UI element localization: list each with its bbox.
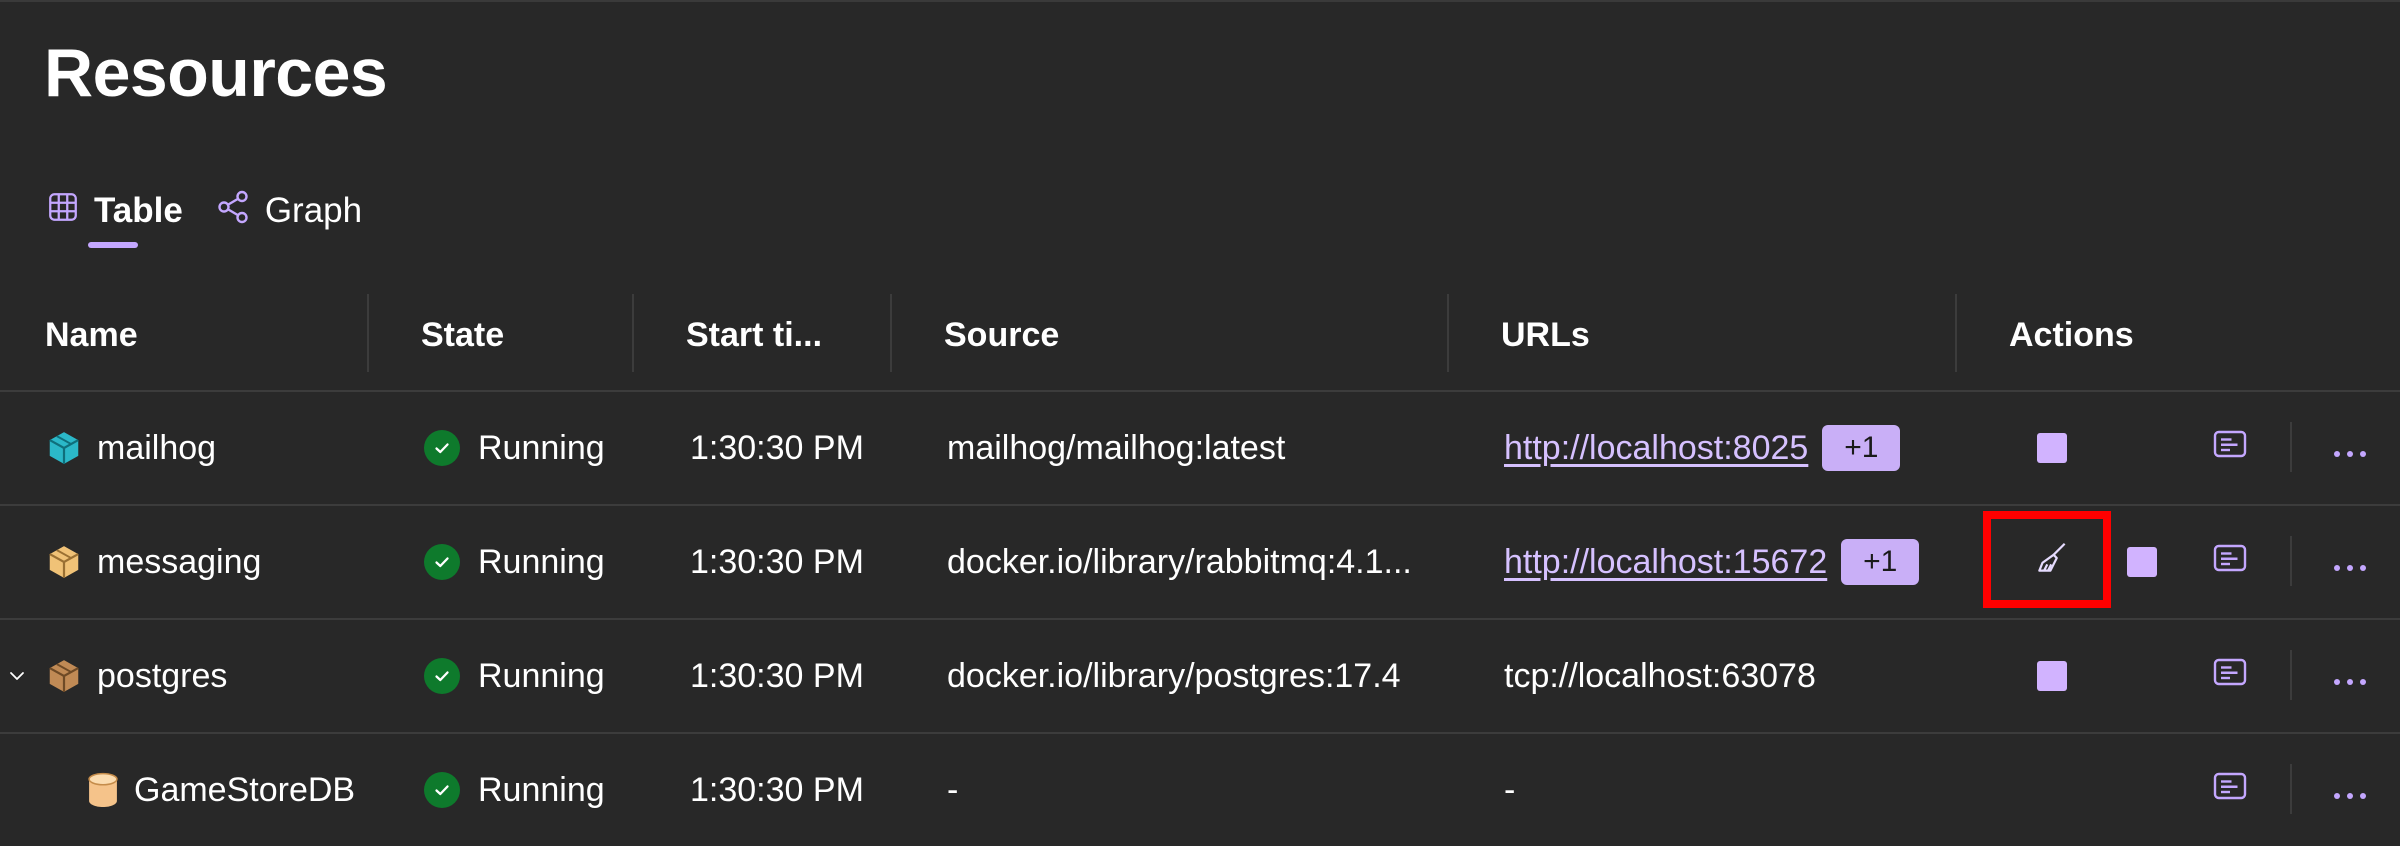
- table-header: Name State Start ti... Source URLs Actio…: [0, 288, 2400, 392]
- actions-divider: [2290, 536, 2292, 586]
- urls-cell: -: [1504, 770, 1516, 809]
- logs-icon: [2212, 657, 2248, 696]
- start-time-cell: 1:30:30 PM: [690, 428, 864, 467]
- expand-chevron-icon[interactable]: [6, 620, 28, 732]
- column-header-actions: Actions: [2009, 316, 2134, 354]
- resource-name: GameStoreDB: [134, 770, 356, 809]
- column-header-urls[interactable]: URLs: [1501, 288, 1590, 390]
- container-icon: [45, 429, 83, 467]
- logs-icon: [2212, 429, 2248, 468]
- tab-table[interactable]: Table: [46, 180, 215, 248]
- state-cell: Running: [424, 620, 605, 732]
- urls-cell: http://localhost:8025 +1: [1504, 392, 1901, 504]
- check-circle-icon: [424, 658, 460, 694]
- source-cell: docker.io/library/postgres:17.4: [947, 656, 1401, 695]
- stop-icon: [2037, 433, 2067, 463]
- url-link[interactable]: http://localhost:8025: [1504, 429, 1808, 468]
- database-icon: [86, 771, 120, 809]
- logs-icon: [2212, 543, 2248, 582]
- check-circle-icon: [424, 430, 460, 466]
- url-link[interactable]: http://localhost:15672: [1504, 543, 1827, 582]
- column-resize-handle[interactable]: [367, 294, 369, 372]
- stop-button[interactable]: [2108, 506, 2176, 618]
- column-header-name[interactable]: Name: [45, 288, 138, 390]
- more-urls-badge[interactable]: +1: [1841, 539, 1920, 585]
- column-resize-handle[interactable]: [1447, 294, 1449, 372]
- more-icon: [2332, 771, 2368, 810]
- column-header-state[interactable]: State: [421, 288, 504, 390]
- page-title: Resources: [44, 35, 388, 111]
- state-cell: Running: [424, 392, 605, 504]
- source-cell: mailhog/mailhog:latest: [947, 428, 1286, 467]
- table-row[interactable]: GameStoreDB Running 1:30:30 PM - -: [0, 734, 2400, 846]
- tab-graph[interactable]: Graph: [215, 180, 394, 242]
- tab-graph-label: Graph: [264, 191, 363, 230]
- top-border: [0, 0, 2400, 2]
- source-cell: docker.io/library/rabbitmq:4.1...: [947, 542, 1412, 581]
- container-icon: [45, 543, 83, 581]
- urls-cell: http://localhost:15672 +1: [1504, 506, 1920, 618]
- stop-button[interactable]: [2018, 620, 2086, 732]
- logs-icon: [2212, 771, 2248, 810]
- name-cell: messaging: [45, 506, 261, 618]
- state-cell: Running: [424, 506, 605, 618]
- column-header-source[interactable]: Source: [944, 288, 1059, 390]
- table-icon: [46, 190, 94, 233]
- stop-button[interactable]: [2018, 392, 2086, 504]
- table-row[interactable]: mailhog Running 1:30:30 PM mailhog/mailh…: [0, 392, 2400, 506]
- actions-divider: [2290, 650, 2292, 700]
- column-resize-handle[interactable]: [632, 294, 634, 372]
- active-tab-indicator: [88, 242, 138, 248]
- resource-name: postgres: [97, 656, 228, 695]
- name-cell: mailhog: [45, 392, 216, 504]
- more-icon: [2332, 657, 2368, 696]
- resource-name: messaging: [97, 542, 262, 581]
- state-text: Running: [478, 770, 605, 809]
- start-time-cell: 1:30:30 PM: [690, 542, 864, 581]
- state-cell: Running: [424, 734, 605, 846]
- start-time-cell: 1:30:30 PM: [690, 656, 864, 695]
- console-logs-button[interactable]: [2196, 506, 2264, 618]
- urls-cell: tcp://localhost:63078: [1504, 656, 1816, 695]
- more-actions-button[interactable]: [2318, 506, 2382, 618]
- view-tabs: Table Graph: [46, 180, 394, 260]
- column-resize-handle[interactable]: [1955, 294, 1957, 372]
- state-text: Running: [478, 428, 605, 467]
- stop-icon: [2127, 547, 2157, 577]
- more-icon: [2332, 543, 2368, 582]
- more-icon: [2332, 429, 2368, 468]
- actions-divider: [2290, 422, 2292, 472]
- tab-table-label: Table: [94, 191, 183, 230]
- more-urls-badge[interactable]: +1: [1822, 425, 1901, 471]
- container-icon: [45, 657, 83, 695]
- highlight-box: [1983, 511, 2111, 608]
- more-actions-button[interactable]: [2318, 734, 2382, 846]
- console-logs-button[interactable]: [2196, 734, 2264, 846]
- more-actions-button[interactable]: [2318, 620, 2382, 732]
- table-row[interactable]: postgres Running 1:30:30 PM docker.io/li…: [0, 620, 2400, 734]
- check-circle-icon: [424, 772, 460, 808]
- stop-icon: [2037, 661, 2067, 691]
- console-logs-button[interactable]: [2196, 620, 2264, 732]
- actions-divider: [2290, 764, 2292, 814]
- graph-icon: [215, 189, 265, 234]
- column-header-start-time[interactable]: Start ti...: [686, 288, 822, 390]
- name-cell: GameStoreDB: [86, 734, 355, 846]
- source-cell: -: [947, 770, 959, 809]
- more-actions-button[interactable]: [2318, 392, 2382, 504]
- check-circle-icon: [424, 544, 460, 580]
- state-text: Running: [478, 656, 605, 695]
- console-logs-button[interactable]: [2196, 392, 2264, 504]
- start-time-cell: 1:30:30 PM: [690, 770, 864, 809]
- state-text: Running: [478, 542, 605, 581]
- column-resize-handle[interactable]: [890, 294, 892, 372]
- resource-name: mailhog: [97, 428, 217, 467]
- name-cell: postgres: [45, 620, 227, 732]
